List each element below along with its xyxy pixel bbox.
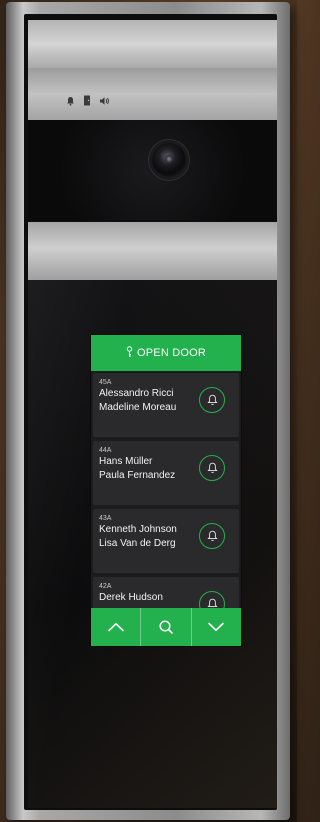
middle-metal-band xyxy=(28,222,277,280)
key-icon xyxy=(126,345,133,361)
camera-housing xyxy=(28,120,277,220)
resident-name: Madeline Moreau xyxy=(99,402,177,413)
door-icon xyxy=(83,95,91,106)
unit-number: 42A xyxy=(99,583,112,590)
bell-icon xyxy=(206,462,218,473)
search-icon xyxy=(159,620,173,634)
search-button[interactable] xyxy=(141,608,192,646)
scroll-down-button[interactable] xyxy=(192,608,241,646)
resident-name: Kenneth Johnson xyxy=(99,524,177,535)
call-bell-button[interactable] xyxy=(199,455,225,481)
chevron-up-icon xyxy=(107,623,124,632)
call-bell-button[interactable] xyxy=(199,523,225,549)
open-door-button[interactable]: OPEN DOOR xyxy=(91,335,241,371)
scroll-up-button[interactable] xyxy=(91,608,142,646)
navigation-bar xyxy=(91,608,241,646)
unit-number: 44A xyxy=(99,447,112,454)
bell-icon xyxy=(66,96,75,106)
camera-icon xyxy=(152,143,186,177)
resident-name: Hans Müller xyxy=(99,456,153,467)
list-item[interactable]: 43A Kenneth Johnson Lisa Van de Derg xyxy=(93,509,239,573)
list-item[interactable]: 44A Hans Müller Paula Fernandez xyxy=(93,441,239,505)
resident-name: Alessandro Ricci xyxy=(99,388,174,399)
speaker-icon xyxy=(99,96,110,106)
resident-name: Derek Hudson xyxy=(99,592,163,603)
resident-name: Paula Fernandez xyxy=(99,470,176,481)
open-door-label: OPEN DOOR xyxy=(136,347,207,359)
indicator-strip xyxy=(28,68,277,120)
chevron-down-icon xyxy=(208,622,225,631)
bell-icon xyxy=(206,530,218,541)
call-bell-button[interactable] xyxy=(199,387,225,413)
resident-list: 45A Alessandro Ricci Madeline Moreau 44A… xyxy=(91,373,241,645)
list-item[interactable]: 45A Alessandro Ricci Madeline Moreau xyxy=(93,373,239,437)
unit-number: 45A xyxy=(99,379,112,386)
bell-icon xyxy=(206,394,218,405)
resident-name: Lisa Van de Derg xyxy=(99,538,176,549)
touch-display: OPEN DOOR 45A Alessandro Ricci Madeline … xyxy=(91,335,241,646)
top-metal-panel xyxy=(28,20,277,68)
unit-number: 43A xyxy=(99,515,112,522)
status-indicators xyxy=(66,95,110,106)
